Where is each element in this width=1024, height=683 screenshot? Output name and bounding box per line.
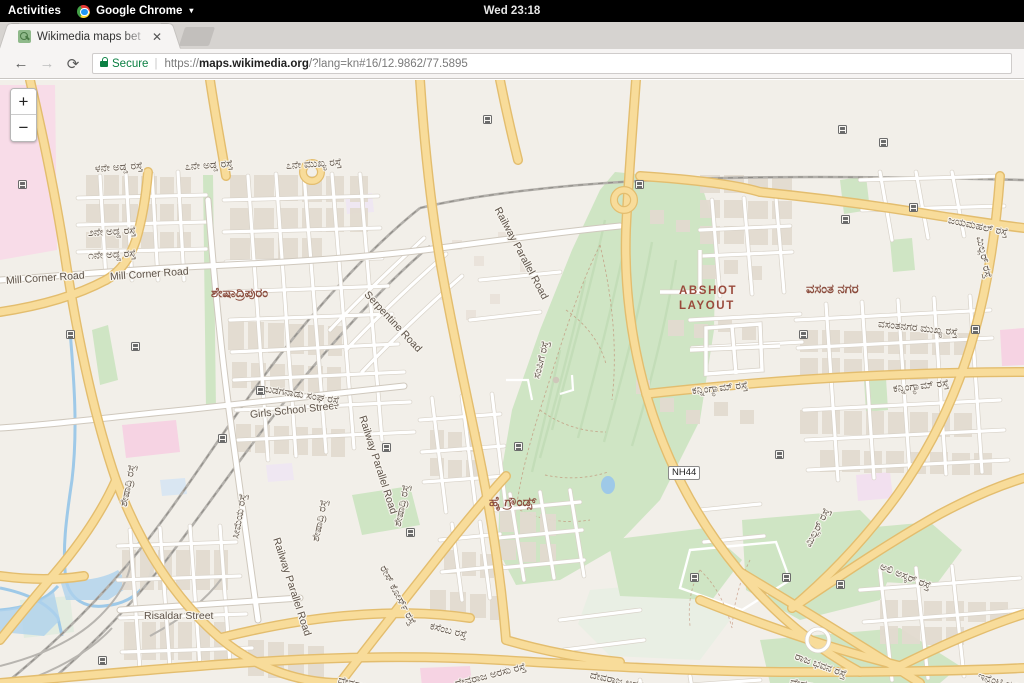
place-label: ಶೇಷಾದ್ರಿಪುರಂ (211, 285, 269, 300)
bus-stop-icon[interactable] (836, 580, 845, 589)
chevron-down-icon: ▾ (189, 6, 194, 15)
forward-icon: → (39, 55, 55, 72)
zoom-in-button[interactable]: + (11, 89, 36, 115)
bus-stop-icon[interactable] (782, 573, 791, 582)
browser-tab-strip: Wikimedia maps bet ✕ (0, 22, 1024, 49)
bus-stop-icon[interactable] (131, 342, 140, 351)
omnibox-divider: | (154, 57, 158, 70)
bus-stop-icon[interactable] (690, 573, 699, 582)
app-menu-label: Google Chrome (96, 5, 183, 17)
new-tab-button[interactable] (178, 27, 216, 46)
browser-tab[interactable]: Wikimedia maps bet ✕ (10, 24, 170, 49)
chrome-logo-icon (77, 4, 91, 18)
url-path: /?lang=kn#16/12.9862/77.5895 (308, 57, 468, 70)
bus-stop-icon[interactable] (909, 203, 918, 212)
road-label: Risaldar Street (144, 610, 214, 622)
close-icon[interactable]: ✕ (150, 31, 164, 43)
app-menu-google-chrome[interactable]: Google Chrome ▾ (71, 4, 199, 18)
bus-stop-icon[interactable] (635, 180, 644, 189)
place-label: ವಸಂತ ನಗರ (806, 281, 859, 296)
place-label: ಹೈ ಗ್ರೌಂಡ್ಸ್ (489, 494, 537, 509)
url-scheme: https:// (164, 57, 199, 70)
road-label: ೧ನೇ ಅಡ್ಡ ರಸ್ತೆ (87, 247, 137, 262)
bus-stop-icon[interactable] (218, 434, 227, 443)
bus-stop-icon[interactable] (514, 442, 523, 451)
back-icon[interactable]: ← (8, 51, 34, 77)
tab-title: Wikimedia maps bet (37, 30, 141, 43)
bus-stop-icon[interactable] (406, 528, 415, 537)
address-bar[interactable]: Secure | https:// maps.wikimedia.org /?l… (92, 53, 1012, 74)
bus-stop-icon[interactable] (382, 443, 391, 452)
reload-icon[interactable]: ⟳ (60, 51, 86, 77)
zoom-out-button[interactable]: − (11, 115, 36, 141)
map-zoom-control[interactable]: + − (10, 88, 37, 142)
bus-stop-icon[interactable] (18, 180, 27, 189)
bus-stop-icon[interactable] (483, 115, 492, 124)
road-shield: NH44 (668, 466, 701, 480)
suburb-label: ABSHOT (679, 285, 738, 297)
map-tiles (0, 80, 1024, 683)
bus-stop-icon[interactable] (98, 656, 107, 665)
security-status-label: Secure (112, 57, 149, 70)
gnome-top-bar: Activities Google Chrome ▾ (0, 0, 1024, 22)
road-label: ೨ನೇ ಅಡ್ಡ ರಸ್ತೆ (87, 224, 137, 239)
bus-stop-icon[interactable] (66, 330, 75, 339)
bus-stop-icon[interactable] (838, 125, 847, 134)
bus-stop-icon[interactable] (775, 450, 784, 459)
activities-button[interactable]: Activities (0, 5, 71, 17)
browser-toolbar: ← → ⟳ Secure | https:// maps.wikimedia.o… (0, 49, 1024, 79)
bus-stop-icon[interactable] (879, 138, 888, 147)
bus-stop-icon[interactable] (799, 330, 808, 339)
suburb-label: LAYOUT (679, 300, 735, 312)
map-viewport[interactable]: + − Mill Corner Road Mill Corner Road Girl… (0, 80, 1024, 683)
lock-icon (100, 56, 109, 67)
bus-stop-icon[interactable] (256, 386, 265, 395)
wikimedia-maps-favicon-icon (18, 30, 31, 43)
url-host: maps.wikimedia.org (198, 57, 309, 70)
bus-stop-icon[interactable] (841, 215, 850, 224)
bus-stop-icon[interactable] (971, 325, 980, 334)
